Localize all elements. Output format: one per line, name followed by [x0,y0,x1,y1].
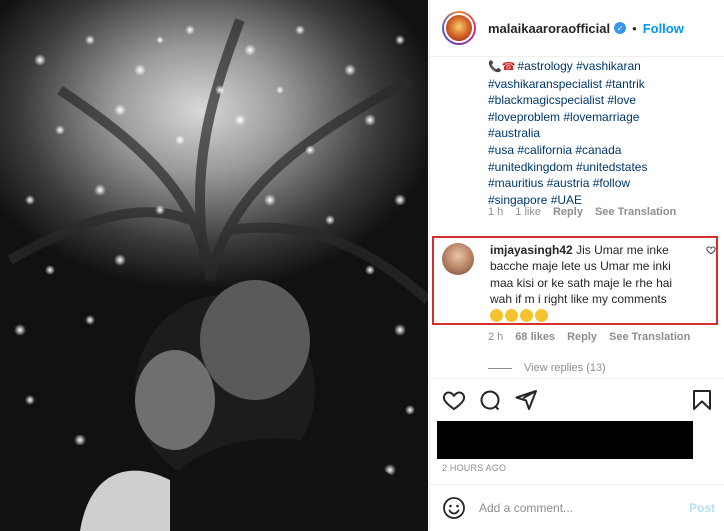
hashtag-line[interactable]: #australia [488,125,716,142]
comment-body: imjayasingh42 Jis Umar me inke bacche ma… [490,242,702,324]
hashtag-line[interactable]: #loveproblem #lovemarriage [488,109,716,126]
phone-icon: 📞☎ [488,61,516,73]
caption-reply-button[interactable]: Reply [553,206,583,218]
caption-hashtags: 📞☎ #astrology #vashikaran #vashikaranspec… [488,58,716,208]
caption-time: 1 h [488,206,504,218]
separator-dot: • [632,20,637,36]
verified-badge-icon: ✓ [614,22,627,34]
comment-time: 2 h [488,331,504,343]
laughing-emoji-icon [535,308,548,322]
view-replies-button[interactable]: View replies (13) [488,362,606,374]
emoji-picker-icon[interactable] [442,496,466,520]
comment-text-line: maa kisi or ke sath maje le rhe hai [490,275,673,290]
post-comment-button[interactable]: Post [689,501,715,515]
replies-divider [488,367,512,369]
laughing-emoji-icon [490,308,503,322]
hashtag-line[interactable]: #mauritius #austria #follow [488,175,716,192]
caption-meta: 1 h 1 like Reply See Translation [488,206,676,218]
highlighted-comment: imjayasingh42 Jis Umar me inke bacche ma… [432,236,718,325]
comment-text-line: wah if m i right like my comments [490,292,667,307]
redacted-likes [437,421,693,459]
author-username[interactable]: malaikaaroraofficial [488,21,610,36]
comment-like-heart-icon[interactable] [706,245,716,255]
view-replies-label[interactable]: View replies (13) [524,362,606,374]
caption-likes[interactable]: 1 like [515,206,541,218]
post-photo[interactable] [0,0,428,531]
post-timestamp[interactable]: 2 HOURS AGO [442,463,506,473]
comment-text-line: Jis Umar me inke [576,243,669,257]
laughing-emoji-row [490,308,702,324]
laughing-emoji-icon [505,308,518,322]
post-detail-panel: malaikaaroraofficial ✓ • Follow 📞☎ #astro… [429,0,724,531]
comment-likes[interactable]: 68 likes [515,331,555,343]
add-comment-input[interactable] [479,501,669,515]
hashtag-line[interactable]: #vashikaranspecialist #tantrik [488,76,716,93]
like-heart-icon[interactable] [442,388,466,412]
comment-translate-button[interactable]: See Translation [609,331,690,343]
comment-meta: 2 h 68 likes Reply See Translation [488,331,690,343]
share-icon[interactable] [514,388,538,412]
caption-translate-button[interactable]: See Translation [595,206,676,218]
laughing-emoji-icon [520,308,533,322]
post-header: malaikaaroraofficial ✓ • Follow [430,0,724,57]
photo-illustration [7,18,428,531]
commenter-avatar[interactable] [442,243,474,275]
hashtag-line[interactable]: #blackmagicspecialist #love [488,92,716,109]
add-comment-bar: Post [430,484,724,531]
hashtag-line: 📞☎ #astrology #vashikaran [488,59,641,73]
comment-reply-button[interactable]: Reply [567,331,597,343]
post-actions [430,378,724,422]
comment-text-line: bacche maje lete us Umar me inki [490,259,671,274]
comment-icon[interactable] [478,388,502,412]
bookmark-icon[interactable] [690,388,714,412]
hashtag-line[interactable]: #unitedkingdom #unitedstates [488,159,716,176]
commenter-username[interactable]: imjayasingh42 [490,243,573,257]
comments-list[interactable]: 📞☎ #astrology #vashikaran #vashikaranspec… [430,58,724,378]
hashtag-line[interactable]: #usa #california #canada [488,142,716,159]
follow-button[interactable]: Follow [643,21,684,36]
author-avatar[interactable] [442,11,476,45]
